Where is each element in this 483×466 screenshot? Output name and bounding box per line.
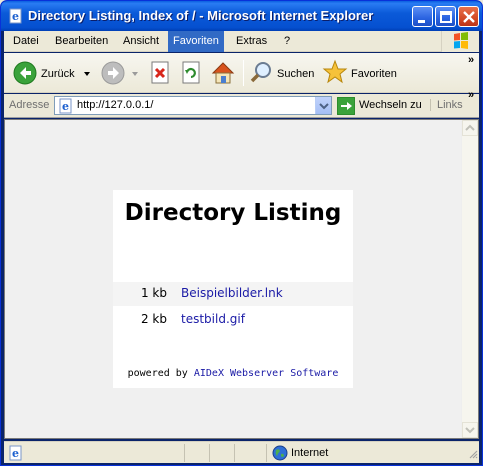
search-icon[interactable] bbox=[249, 59, 273, 87]
status-divider bbox=[234, 444, 235, 462]
svg-text:e: e bbox=[62, 100, 69, 113]
toolbar: Zurück Suchen Favoriten » bbox=[4, 53, 479, 93]
address-dropdown-icon[interactable] bbox=[315, 97, 331, 114]
favorites-star-icon[interactable] bbox=[322, 59, 348, 87]
search-label[interactable]: Suchen bbox=[277, 68, 314, 80]
scroll-down-icon[interactable] bbox=[462, 422, 478, 438]
links-chevron-icon[interactable]: » bbox=[468, 89, 474, 101]
refresh-icon[interactable] bbox=[179, 59, 203, 87]
menu-favoriten[interactable]: Favoriten bbox=[168, 31, 224, 52]
forward-dropdown-icon[interactable] bbox=[130, 59, 140, 87]
resize-grip-icon[interactable] bbox=[468, 448, 478, 463]
status-bar: e Internet bbox=[4, 441, 479, 463]
menu-help[interactable]: ? bbox=[279, 31, 295, 52]
status-divider bbox=[184, 444, 185, 462]
favorites-label[interactable]: Favoriten bbox=[351, 68, 397, 80]
address-label: Adresse bbox=[9, 99, 50, 111]
file-link[interactable]: testbild.gif bbox=[181, 312, 245, 326]
globe-icon bbox=[272, 445, 288, 464]
file-row: 1 kb Beispielbilder.lnk bbox=[113, 282, 353, 306]
stop-icon[interactable] bbox=[148, 59, 172, 87]
back-arrow-icon[interactable] bbox=[13, 59, 39, 87]
scroll-up-icon[interactable] bbox=[462, 120, 478, 136]
toolbar-chevron-icon[interactable]: » bbox=[468, 54, 474, 66]
go-button[interactable]: Wechseln zu bbox=[359, 99, 422, 111]
address-input[interactable]: e http://127.0.0.1/ bbox=[54, 96, 332, 115]
back-dropdown-icon[interactable] bbox=[82, 59, 92, 87]
svg-text:e: e bbox=[12, 447, 19, 460]
close-button[interactable] bbox=[458, 6, 479, 27]
menu-ansicht[interactable]: Ansicht bbox=[118, 31, 164, 52]
ie-page-icon: e bbox=[8, 8, 24, 24]
toolbar-separator bbox=[243, 60, 244, 86]
home-icon[interactable] bbox=[210, 59, 236, 87]
powered-prefix: powered by bbox=[127, 368, 194, 379]
title-bar[interactable]: e Directory Listing, Index of / - Micros… bbox=[1, 1, 482, 31]
menu-extras[interactable]: Extras bbox=[231, 31, 272, 52]
page-status-icon: e bbox=[8, 445, 24, 464]
go-arrow-icon[interactable] bbox=[336, 96, 356, 116]
minimize-button[interactable] bbox=[412, 6, 433, 27]
file-size: 2 kb bbox=[140, 312, 167, 326]
status-zone: Internet bbox=[291, 447, 329, 459]
menu-bar: Datei Bearbeiten Ansicht Favoriten Extra… bbox=[4, 31, 479, 52]
status-divider bbox=[266, 444, 267, 462]
maximize-button[interactable] bbox=[435, 6, 456, 27]
windows-logo-icon bbox=[441, 31, 479, 52]
svg-text:e: e bbox=[12, 10, 19, 23]
powered-brand: AIDeX Webserver Software bbox=[193, 368, 339, 379]
file-size: 1 kb bbox=[140, 286, 167, 300]
page-title: Directory Listing bbox=[124, 200, 342, 226]
links-button[interactable]: Links bbox=[430, 99, 463, 111]
back-label[interactable]: Zurück bbox=[41, 68, 75, 80]
window-title: Directory Listing, Index of / - Microsof… bbox=[28, 8, 374, 23]
file-link[interactable]: Beispielbilder.lnk bbox=[181, 286, 283, 300]
file-row: 2 kb testbild.gif bbox=[113, 308, 353, 332]
ie-window: e Directory Listing, Index of / - Micros… bbox=[0, 0, 483, 466]
address-url[interactable]: http://127.0.0.1/ bbox=[77, 99, 153, 111]
ie-page-icon: e bbox=[58, 98, 74, 114]
status-divider bbox=[209, 444, 210, 462]
menu-bearbeiten[interactable]: Bearbeiten bbox=[50, 31, 113, 52]
vertical-scrollbar[interactable] bbox=[461, 120, 478, 438]
forward-arrow-icon[interactable] bbox=[100, 59, 126, 87]
powered-by-footer: powered by AIDeX Webserver Software bbox=[113, 368, 353, 379]
directory-listing: Directory Listing 1 kb Beispielbilder.ln… bbox=[113, 190, 353, 388]
page-viewport[interactable]: Directory Listing 1 kb Beispielbilder.ln… bbox=[4, 119, 479, 439]
address-bar: Adresse e http://127.0.0.1/ Wechseln zu … bbox=[4, 89, 479, 118]
menu-datei[interactable]: Datei bbox=[8, 31, 44, 52]
